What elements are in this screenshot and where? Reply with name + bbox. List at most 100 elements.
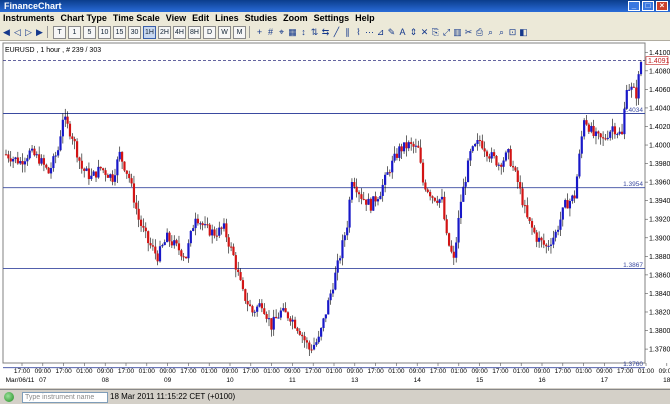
candle-body xyxy=(151,245,155,247)
candle-body xyxy=(21,161,24,165)
y-tick-label: 1.3800 xyxy=(649,328,670,335)
x-tick-label: 17:00 xyxy=(492,368,509,375)
candle-body xyxy=(267,318,271,320)
triangle-icon[interactable]: ⊿ xyxy=(376,27,385,38)
menu-item-view[interactable]: View xyxy=(163,12,189,24)
menu-item-zoom[interactable]: Zoom xyxy=(280,12,311,24)
candle-body xyxy=(106,174,109,178)
zoom-fit-icon[interactable]: ⤢ xyxy=(442,27,451,38)
candle-body xyxy=(215,235,218,237)
candle-body xyxy=(583,120,586,137)
candle-body xyxy=(251,306,254,313)
candle-body xyxy=(587,124,590,132)
channel-icon[interactable]: ∥ xyxy=(343,27,352,38)
close-button[interactable]: × xyxy=(656,1,668,11)
x-tick-label: 09:00 xyxy=(284,368,301,375)
timescale-button-m[interactable]: M xyxy=(233,25,246,39)
candle-body xyxy=(253,311,256,313)
timescale-button-8h[interactable]: 8H xyxy=(188,25,201,39)
menu-item-chart-type[interactable]: Chart Type xyxy=(58,12,110,24)
candle-body xyxy=(509,149,512,167)
delete-icon[interactable]: ✕ xyxy=(420,27,429,38)
candle-body xyxy=(500,164,503,167)
text-icon[interactable]: A xyxy=(398,27,407,38)
candle-body xyxy=(286,312,290,319)
crosshair-icon[interactable]: + xyxy=(255,27,264,38)
nav-arrow-icon-2[interactable]: ▷ xyxy=(24,27,33,38)
candle-body xyxy=(19,161,22,164)
menu-item-settings[interactable]: Settings xyxy=(311,12,353,24)
x-tick-label: 17:00 xyxy=(430,368,447,375)
candle-body xyxy=(338,258,342,261)
candle-body xyxy=(414,145,418,147)
timescale-button-4h[interactable]: 4H xyxy=(173,25,186,39)
minimize-button[interactable]: _ xyxy=(628,1,640,11)
timescale-button-5[interactable]: 5 xyxy=(83,25,96,39)
arrows-icon[interactable]: ⇕ xyxy=(409,27,418,38)
pencil-icon[interactable]: ✎ xyxy=(387,27,396,38)
timescale-button-2h[interactable]: 2H xyxy=(158,25,171,39)
price-chart[interactable]: EURUSD , 1 hour , # 239 / 303 1.4100 1.408… xyxy=(0,41,670,388)
timescale-button-15[interactable]: 15 xyxy=(113,25,126,39)
timescale-button-30[interactable]: 30 xyxy=(128,25,141,39)
globe-icon xyxy=(4,392,14,402)
zoom-in-icon[interactable]: ⌕ xyxy=(486,27,495,38)
candle-body xyxy=(16,157,19,164)
maximize-button[interactable]: □ xyxy=(642,1,654,11)
menu-item-lines[interactable]: Lines xyxy=(212,12,242,24)
nav-arrow-icon-3[interactable]: ▶ xyxy=(35,27,44,38)
zoom-out-icon[interactable]: ⌕ xyxy=(497,27,506,38)
candle-body xyxy=(599,133,602,138)
candle-body xyxy=(533,227,536,233)
status-time: 18 Mar 2011 11:15:22 CET (+0100) xyxy=(110,392,236,401)
nav-arrow-icon-0[interactable]: ◀ xyxy=(2,27,11,38)
vertical-line-icon[interactable]: ⇅ xyxy=(310,27,319,38)
menu-item-instruments[interactable]: Instruments xyxy=(0,12,58,24)
candle-body xyxy=(203,224,207,226)
candle-body xyxy=(80,160,83,169)
candle-body xyxy=(118,151,121,160)
fibonacci-icon[interactable]: ⌇ xyxy=(354,27,363,38)
timescale-button-10[interactable]: 10 xyxy=(98,25,111,39)
timescale-button-1[interactable]: 1 xyxy=(68,25,81,39)
timescale-button-t[interactable]: T xyxy=(53,25,66,39)
candle-body xyxy=(391,160,394,173)
cut-icon[interactable]: ✂ xyxy=(464,27,473,38)
dots-icon[interactable]: ⋯ xyxy=(365,27,374,38)
candle-body xyxy=(457,217,460,243)
candle-body xyxy=(485,151,489,157)
menu-item-help[interactable]: Help xyxy=(352,12,378,24)
menu-item-studies[interactable]: Studies xyxy=(242,12,281,24)
copy-icon[interactable]: ⎘ xyxy=(431,27,440,38)
chart-type-icon[interactable]: ▦ xyxy=(288,27,297,38)
candle-body xyxy=(616,133,619,135)
target-icon[interactable]: ⌖ xyxy=(277,27,286,38)
timescale-button-d[interactable]: D xyxy=(203,25,216,39)
nav-arrow-icon-1[interactable]: ◁ xyxy=(13,27,22,38)
candle-body xyxy=(628,89,631,91)
horizontal-line-icon[interactable]: ⇆ xyxy=(321,27,330,38)
zoom-box-icon[interactable]: ⊡ xyxy=(508,27,517,38)
panel-icon[interactable]: ▥ xyxy=(453,27,462,38)
menu-item-edit[interactable]: Edit xyxy=(189,12,212,24)
candle-body xyxy=(613,126,617,135)
candle-body xyxy=(594,131,598,137)
timescale-button-w[interactable]: W xyxy=(218,25,231,39)
layout-icon[interactable]: ◧ xyxy=(519,27,528,38)
candle-body xyxy=(201,223,204,226)
menu-item-time-scale[interactable]: Time Scale xyxy=(110,12,163,24)
timescale-button-1h[interactable]: 1H xyxy=(143,25,156,39)
grid-icon[interactable]: # xyxy=(266,27,275,38)
candle-body xyxy=(592,125,595,137)
level-label: 1.3867 xyxy=(623,262,643,269)
y-tick-label: 1.3960 xyxy=(649,180,670,187)
chart-area[interactable]: EURUSD , 1 hour , # 239 / 303 1.4100 1.408… xyxy=(0,41,670,388)
print-icon[interactable]: ⎙ xyxy=(475,27,484,38)
candle-body xyxy=(237,269,240,273)
candle-body xyxy=(222,223,226,229)
trendline-icon[interactable]: ╱ xyxy=(332,27,341,38)
candle-body xyxy=(625,89,628,109)
range-icon[interactable]: ↕ xyxy=(299,27,308,38)
x-day-label: Mar/06/11 xyxy=(6,377,35,384)
instrument-search-input[interactable]: Type instrument name xyxy=(22,392,108,403)
